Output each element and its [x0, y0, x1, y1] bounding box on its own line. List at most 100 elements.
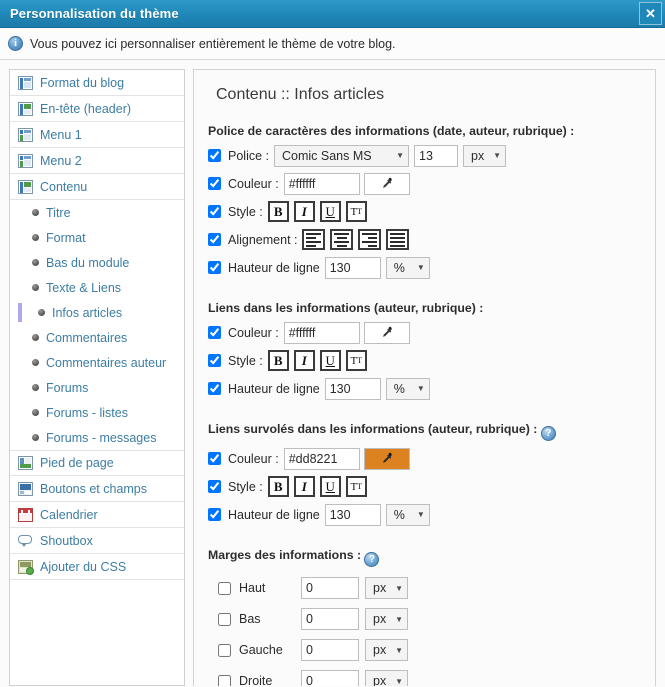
- couleur-label: Couleur :: [228, 451, 279, 466]
- sidebar-item-format[interactable]: Format: [10, 225, 184, 250]
- underline-button[interactable]: U: [319, 350, 341, 371]
- couleur-checkbox[interactable]: [208, 326, 221, 339]
- hauteur-ligne-input[interactable]: [324, 503, 381, 526]
- chevron-down-icon: ▼: [396, 151, 404, 160]
- sidebar-item-shoutbox[interactable]: Shoutbox: [10, 528, 184, 554]
- align-left-button[interactable]: [302, 229, 326, 250]
- couleur-input[interactable]: [283, 447, 360, 470]
- sidebar-item-menu-2[interactable]: Menu 2: [10, 148, 184, 174]
- section-marges: Marges des informations : ? Haut px ▼ Ba…: [208, 548, 655, 686]
- margin-droite-unit-select[interactable]: px ▼: [365, 670, 408, 686]
- sidebar-item-forums[interactable]: Forums: [10, 375, 184, 400]
- couleur-checkbox[interactable]: [208, 452, 221, 465]
- alignement-checkbox[interactable]: [208, 233, 221, 246]
- chevron-down-icon: ▼: [395, 645, 403, 655]
- margin-bas-input[interactable]: [301, 608, 359, 630]
- sidebar-item-bas-du-module[interactable]: Bas du module: [10, 250, 184, 275]
- row-style: Style : B I U TT: [208, 475, 655, 498]
- hauteur-ligne-input[interactable]: [324, 377, 381, 400]
- couleur-checkbox[interactable]: [208, 177, 221, 190]
- font-family-select[interactable]: Comic Sans MS ▼: [274, 144, 409, 167]
- sidebar-item-label: Pied de page: [40, 456, 114, 470]
- info-icon: i: [8, 36, 23, 51]
- align-center-button[interactable]: [330, 229, 354, 250]
- bold-button[interactable]: B: [267, 350, 289, 371]
- margin-gauche-checkbox[interactable]: [218, 643, 231, 657]
- sidebar-item-pied-de-page[interactable]: Pied de page: [10, 450, 184, 476]
- font-size-unit-select[interactable]: px ▼: [463, 144, 506, 167]
- margin-bas-checkbox[interactable]: [218, 612, 231, 626]
- bullet-icon: [32, 434, 39, 441]
- hauteur-ligne-input[interactable]: [324, 256, 381, 279]
- text-transform-button[interactable]: TT: [345, 350, 367, 371]
- sidebar-item-label: Forums - messages: [46, 430, 157, 445]
- chevron-down-icon: ▼: [493, 151, 501, 160]
- italic-button[interactable]: I: [293, 350, 315, 371]
- margin-droite-checkbox[interactable]: [218, 674, 231, 686]
- sidebar-item-calendrier[interactable]: Calendrier: [10, 502, 184, 528]
- sidebar-item-forums-listes[interactable]: Forums - listes: [10, 400, 184, 425]
- sidebar-item-format-du-blog[interactable]: Format du blog: [10, 70, 184, 96]
- style-checkbox[interactable]: [208, 205, 221, 218]
- chevron-down-icon: ▼: [395, 583, 403, 593]
- hauteur-ligne-checkbox[interactable]: [208, 382, 221, 395]
- theme-sidebar: Format du blog En-tête (header) Menu 1 M…: [9, 69, 185, 686]
- underline-button[interactable]: U: [319, 476, 341, 497]
- hauteur-ligne-checkbox[interactable]: [208, 508, 221, 521]
- margin-bas-unit-select[interactable]: px ▼: [365, 608, 408, 630]
- bold-button[interactable]: B: [267, 476, 289, 497]
- hauteur-ligne-checkbox[interactable]: [208, 261, 221, 274]
- help-icon[interactable]: ?: [540, 426, 556, 441]
- margin-droite-input[interactable]: [301, 670, 359, 686]
- margin-gauche-unit-value: px: [373, 643, 387, 657]
- close-button[interactable]: ✕: [639, 2, 662, 25]
- css-add-icon: [18, 559, 34, 575]
- sidebar-item-contenu[interactable]: Contenu: [10, 174, 184, 200]
- underline-button[interactable]: U: [319, 201, 341, 222]
- hauteur-ligne-unit-select[interactable]: % ▼: [385, 503, 430, 526]
- hauteur-ligne-unit-select[interactable]: % ▼: [385, 377, 430, 400]
- align-justify-button[interactable]: [386, 229, 410, 250]
- sidebar-item-infos-articles[interactable]: Infos articles: [10, 300, 184, 325]
- align-right-button[interactable]: [358, 229, 382, 250]
- sidebar-item-texte-et-liens[interactable]: Texte & Liens: [10, 275, 184, 300]
- margin-haut-unit-select[interactable]: px ▼: [365, 577, 408, 599]
- margin-haut-input[interactable]: [301, 577, 359, 599]
- hauteur-ligne-unit-select[interactable]: % ▼: [385, 256, 430, 279]
- sidebar-item-commentaires[interactable]: Commentaires: [10, 325, 184, 350]
- sidebar-item-label: Ajouter du CSS: [40, 559, 127, 574]
- text-transform-button[interactable]: TT: [345, 201, 367, 222]
- font-size-input[interactable]: [414, 144, 458, 167]
- sidebar-item-boutons-et-champs[interactable]: Boutons et champs: [10, 476, 184, 502]
- couleur-input[interactable]: [283, 172, 360, 195]
- sidebar-item-en-tete[interactable]: En-tête (header): [10, 96, 184, 122]
- margin-gauche-input[interactable]: [301, 639, 359, 661]
- couleur-input[interactable]: [283, 321, 360, 344]
- text-transform-button[interactable]: TT: [345, 476, 367, 497]
- chevron-down-icon: ▼: [395, 676, 403, 686]
- margin-row-bas: Bas px ▼: [208, 608, 655, 630]
- color-picker-swatch[interactable]: [363, 321, 410, 344]
- italic-button[interactable]: I: [293, 201, 315, 222]
- page-title: Contenu :: Infos articles: [216, 86, 385, 103]
- italic-button[interactable]: I: [293, 476, 315, 497]
- police-checkbox[interactable]: [208, 149, 221, 162]
- sidebar-item-ajouter-du-css[interactable]: Ajouter du CSS: [10, 554, 184, 580]
- margin-haut-label: Haut: [239, 581, 266, 595]
- sidebar-item-forums-messages[interactable]: Forums - messages: [10, 425, 184, 450]
- bullet-icon: [32, 384, 39, 391]
- help-icon[interactable]: ?: [364, 552, 380, 567]
- color-picker-swatch[interactable]: [363, 447, 410, 470]
- style-label: Style :: [228, 353, 263, 368]
- bullet-icon: [32, 259, 39, 266]
- margin-gauche-unit-select[interactable]: px ▼: [365, 639, 408, 661]
- sidebar-item-titre[interactable]: Titre: [10, 200, 184, 225]
- style-checkbox[interactable]: [208, 354, 221, 367]
- margin-haut-checkbox[interactable]: [218, 581, 231, 595]
- eyedropper-icon: [382, 452, 392, 463]
- style-checkbox[interactable]: [208, 480, 221, 493]
- color-picker-swatch[interactable]: [363, 172, 410, 195]
- bold-button[interactable]: B: [267, 201, 289, 222]
- sidebar-item-commentaires-auteur[interactable]: Commentaires auteur: [10, 350, 184, 375]
- sidebar-item-menu-1[interactable]: Menu 1: [10, 122, 184, 148]
